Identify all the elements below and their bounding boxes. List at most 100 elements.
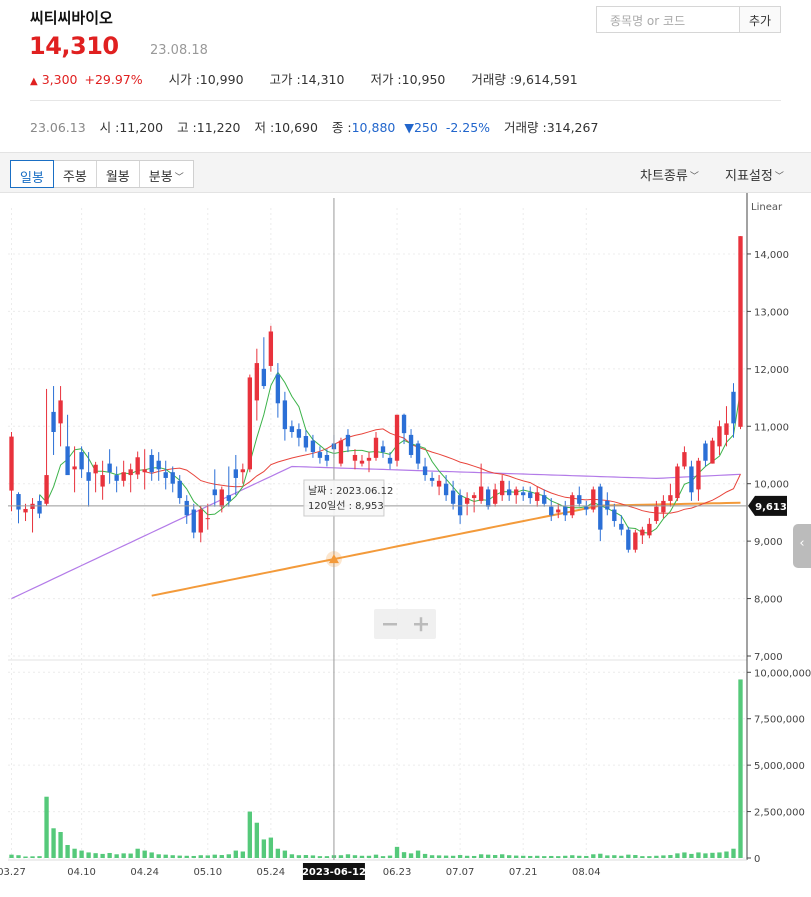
volume-bar (436, 855, 442, 858)
search-input[interactable]: 종목명 or 코드 (596, 6, 740, 33)
candle-body (507, 489, 512, 496)
candle-body (212, 489, 217, 496)
tab-weekly[interactable]: 주봉 (54, 161, 97, 187)
high-label: 고가 : (269, 72, 301, 87)
candlestick-chart-svg[interactable]: 7,000 8,000 9,000 10,000 11,000 12,000 13,000 1… (0, 193, 811, 893)
volume-bar (65, 845, 70, 858)
candle-body (549, 506, 554, 516)
x-tick-label: 03.27 (0, 867, 26, 878)
volume-tick-label: 2,500,000 (754, 808, 805, 819)
tab-minute[interactable]: 분봉 ﹀ (140, 161, 193, 187)
hover-change-arrow-down-icon: ▼ (404, 120, 414, 135)
indicator-settings-dropdown[interactable]: 지표설정 ﹀ (725, 165, 784, 184)
volume-bar (717, 852, 722, 858)
chevron-left-icon[interactable]: ‹ (793, 524, 811, 568)
volume-bar (521, 855, 526, 858)
price-summary: ▲ 3,300 +29.97% 시가 : 10,990 고가 : 14,310 … (30, 69, 578, 88)
open-value: 10,990 (199, 72, 244, 87)
volume-bar (450, 855, 456, 858)
candle-body (58, 400, 63, 424)
volume-bar (598, 853, 603, 858)
x-tick-label: 04.24 (130, 867, 159, 878)
volume-bar (626, 854, 631, 858)
candle-body (282, 400, 288, 430)
chart-type-dropdown[interactable]: 차트종류 ﹀ (640, 165, 699, 184)
volume-bar (345, 854, 351, 858)
price-tick-label: 9,000 (754, 537, 783, 548)
stock-chart[interactable]: 7,000 8,000 9,000 10,000 11,000 12,000 13,000 1… (0, 193, 811, 893)
candle-body (436, 480, 442, 487)
volume-bar (86, 852, 91, 858)
candle-body (661, 500, 666, 513)
volume-bar (226, 854, 231, 858)
divider (30, 100, 781, 101)
candle-body (542, 495, 547, 504)
volume-bar (142, 850, 147, 858)
candle-body (612, 509, 617, 522)
volume-bar (591, 854, 596, 858)
x-tick-label: 05.24 (257, 867, 286, 878)
candle-body (142, 469, 147, 473)
candle-body (443, 483, 449, 496)
candle-body (668, 495, 673, 501)
candle-body (233, 469, 238, 478)
candle-body (464, 498, 470, 504)
hover-change-pct: -2.25% (445, 120, 491, 135)
period-tabs: 일봉 주봉 월봉 분봉 ﹀ (10, 160, 194, 188)
volume-bar (647, 856, 652, 858)
candle-body (387, 457, 393, 464)
candle-body (338, 440, 344, 464)
volume-bar (401, 852, 407, 858)
candle-body (16, 494, 21, 510)
volume-bar (633, 855, 638, 858)
volume-bar (556, 856, 561, 858)
volume-bar (191, 855, 196, 858)
volume-bar (198, 855, 203, 858)
tab-monthly[interactable]: 월봉 (97, 161, 140, 187)
x-tick-label: 07.07 (446, 867, 475, 878)
volume-bar (373, 854, 379, 858)
volume-bar (156, 854, 161, 858)
candle-body (408, 434, 414, 455)
candle-body (450, 490, 456, 504)
volume-bar (303, 855, 309, 858)
candle-body (149, 454, 154, 473)
volume-bar (492, 855, 498, 858)
candle-body (289, 426, 295, 432)
volume-tick-label: 7,500,000 (754, 715, 805, 726)
hover-close: 10,880 (351, 120, 396, 135)
candle-body (710, 440, 715, 464)
candle-body (521, 492, 526, 496)
chart-type-label: 차트종류 (640, 169, 688, 184)
volume-bar (128, 853, 133, 858)
volume-bar (668, 855, 673, 858)
hover-high-label: 고 : (177, 120, 197, 135)
candle-body (72, 466, 77, 470)
low-value: 10,950 (401, 72, 446, 87)
hover-low-label: 저 : (254, 120, 275, 135)
volume-tick-label: 0 (754, 854, 760, 865)
candle-body (261, 368, 267, 387)
candle-body (738, 236, 743, 427)
candle-body (226, 495, 231, 501)
volume-bar (703, 853, 708, 858)
chevron-down-icon: ﹀ (689, 172, 699, 182)
volume-bar (563, 855, 568, 858)
candle-body (317, 452, 323, 458)
volume-bar (170, 855, 175, 858)
candle-body (198, 509, 203, 533)
candle-body (156, 460, 161, 470)
tab-daily[interactable]: 일봉 (10, 160, 54, 188)
volume-bar (429, 855, 435, 858)
minus-icon[interactable] (383, 623, 397, 626)
stock-header: 씨티씨바이오 14,310 23.08.18 종목명 or 코드 추가 ▲ 3,… (0, 0, 811, 152)
volume-bar (100, 853, 105, 858)
crosshair-price-label: 9,613 (755, 502, 787, 513)
volume-bar (422, 853, 428, 858)
volume-bar (457, 855, 463, 858)
volume-bar (275, 848, 281, 858)
candle-body (114, 475, 119, 481)
candle-body (380, 446, 386, 453)
candle-body (682, 452, 687, 467)
add-button[interactable]: 추가 (739, 6, 781, 33)
